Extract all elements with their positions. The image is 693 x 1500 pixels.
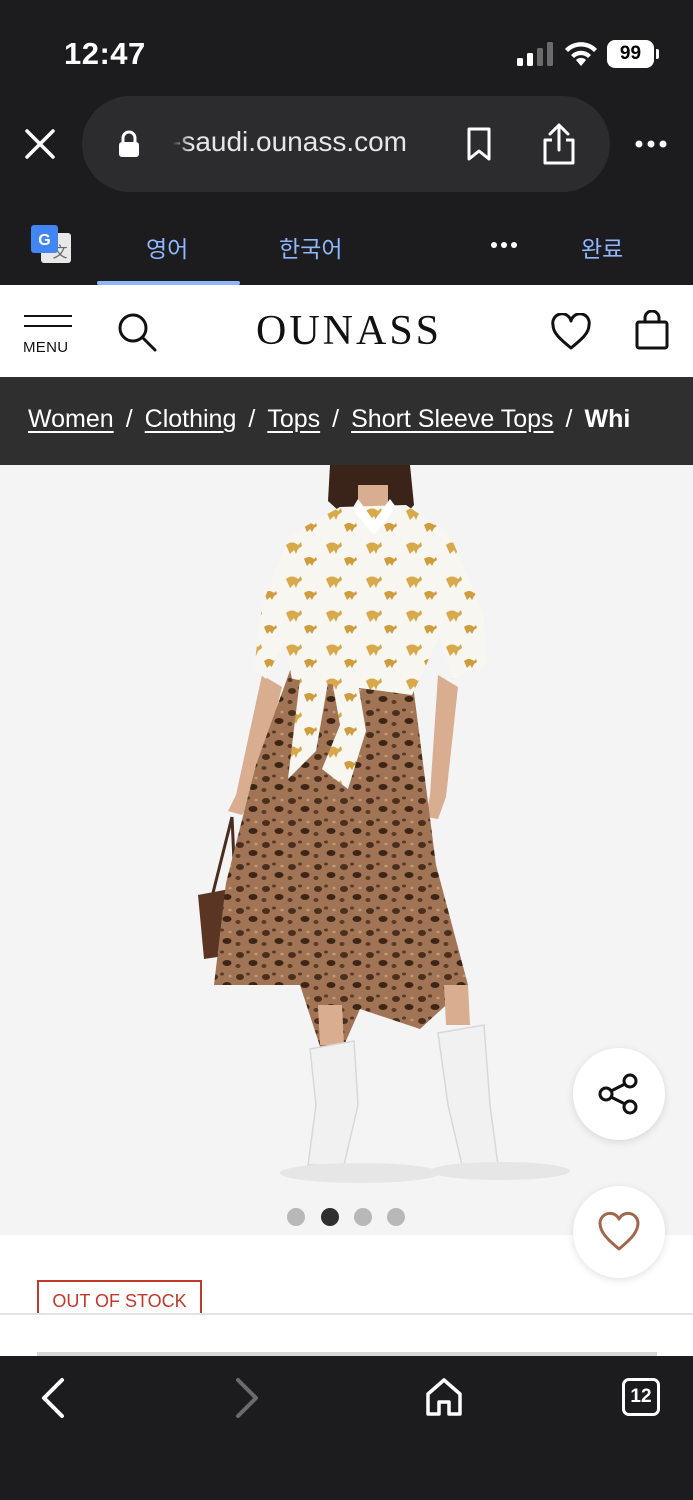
- address-bar[interactable]: -saudi.ounass.com: [82, 96, 610, 192]
- wifi-icon: [565, 42, 597, 66]
- translate-done-button[interactable]: 완료: [581, 230, 623, 264]
- search-icon[interactable]: [116, 311, 158, 353]
- translate-more-icon[interactable]: [490, 238, 518, 252]
- gallery-dot-4[interactable]: [387, 1208, 405, 1226]
- menu-label: MENU: [23, 339, 69, 356]
- add-to-wishlist-button[interactable]: [573, 1186, 665, 1278]
- gallery-dot-1[interactable]: [287, 1208, 305, 1226]
- breadcrumb-tops[interactable]: Tops: [267, 405, 320, 433]
- gallery-dot-3[interactable]: [354, 1208, 372, 1226]
- breadcrumb-clothing[interactable]: Clothing: [145, 405, 237, 433]
- breadcrumb-separator: /: [565, 405, 573, 433]
- share-icon[interactable]: [539, 122, 579, 166]
- breadcrumb-short-sleeve-tops[interactable]: Short Sleeve Tops: [351, 405, 553, 433]
- forward-arrow-icon[interactable]: [232, 1376, 262, 1420]
- site-logo[interactable]: OUNASS: [256, 307, 442, 355]
- tab-source-language[interactable]: 영어: [146, 230, 188, 264]
- share-nodes-icon: [598, 1073, 638, 1115]
- breadcrumb: Women / Clothing / Tops / Short Sleeve Tops / Wh…: [0, 377, 693, 465]
- translate-bar: 文 G 영어 한국어 완료: [0, 200, 693, 285]
- google-translate-icon[interactable]: 文 G: [31, 225, 73, 267]
- tab-target-language[interactable]: 한국어: [279, 230, 342, 264]
- more-options-icon[interactable]: [633, 132, 669, 156]
- battery-icon: 99: [607, 40, 659, 68]
- status-time: 12:47: [64, 36, 146, 71]
- heart-outline-icon: [598, 1211, 640, 1251]
- lock-icon: [119, 130, 139, 157]
- divider: [0, 1313, 693, 1315]
- breadcrumb-current: Whi: [584, 405, 631, 433]
- svg-text:G: G: [38, 232, 50, 249]
- status-bar: 12:47 99: [0, 0, 693, 96]
- battery-level: 99: [607, 40, 654, 68]
- close-icon[interactable]: [20, 124, 60, 164]
- site-header: MENU OUNASS: [0, 285, 693, 377]
- browser-toolbar: -saudi.ounass.com: [0, 96, 693, 200]
- breadcrumb-separator: /: [125, 405, 133, 433]
- gallery-dot-2[interactable]: [321, 1208, 339, 1226]
- tab-switcher-button[interactable]: 12: [622, 1378, 660, 1416]
- breadcrumb-women[interactable]: Women: [28, 405, 114, 433]
- breadcrumb-separator: /: [248, 405, 256, 433]
- share-product-button[interactable]: [573, 1048, 665, 1140]
- back-arrow-icon[interactable]: [38, 1376, 68, 1420]
- stock-status-badge: OUT OF STOCK: [37, 1280, 202, 1314]
- shopping-bag-icon[interactable]: [634, 310, 670, 350]
- menu-button[interactable]: MENU: [22, 315, 74, 359]
- breadcrumb-separator: /: [332, 405, 340, 433]
- bookmark-icon[interactable]: [465, 126, 493, 162]
- cellular-signal-icon: [517, 42, 553, 66]
- gallery-pagination: [287, 1208, 407, 1226]
- home-icon[interactable]: [424, 1376, 464, 1418]
- browser-bottom-nav: 12: [0, 1356, 693, 1500]
- heart-icon[interactable]: [550, 313, 592, 351]
- url-text[interactable]: -saudi.ounass.com: [172, 126, 442, 158]
